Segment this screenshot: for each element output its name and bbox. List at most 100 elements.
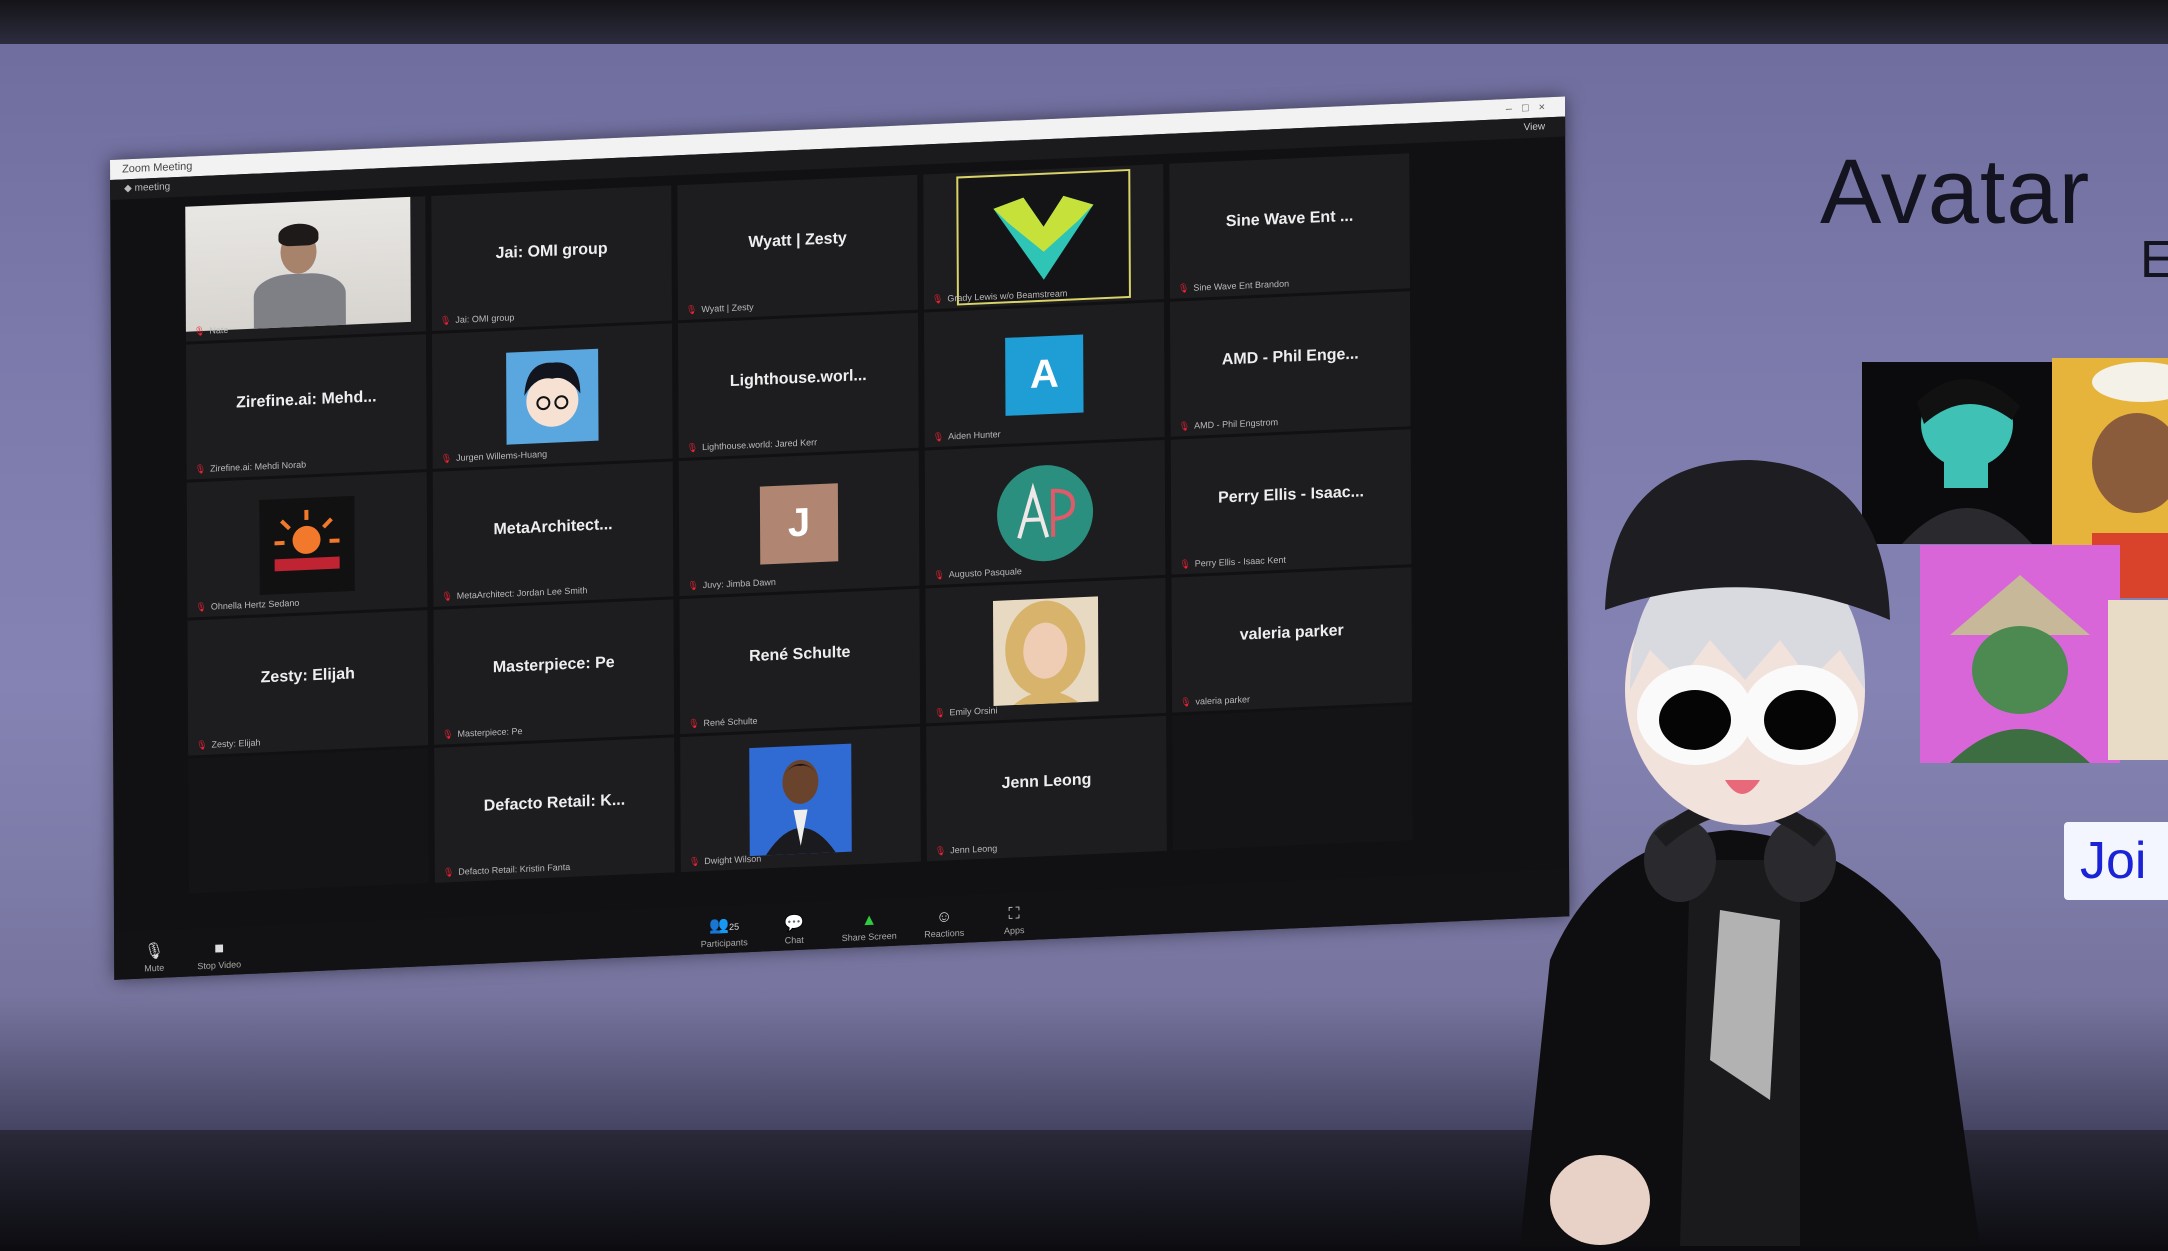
participant-tile[interactable]: 🎙Grady Lewis w/o Beamstream: [923, 164, 1164, 309]
participants-label: Participants: [701, 937, 748, 949]
participant-label-text: Dwight Wilson: [704, 854, 761, 866]
muted-mic-icon: 🎙: [195, 464, 206, 474]
participant-tile[interactable]: A🎙Aiden Hunter: [924, 302, 1165, 447]
participant-tile[interactable]: 🎙Emily Orsini: [925, 578, 1166, 723]
participant-tile[interactable]: J 🎙Juvy: Jimba Dawn: [679, 451, 920, 596]
participant-tile[interactable]: 🎙Ohnella Hertz Sedano: [187, 472, 428, 617]
participant-tile[interactable]: Zesty: Elijah🎙Zesty: Elijah: [187, 610, 428, 755]
participant-name: Zesty: Elijah: [188, 662, 428, 690]
participant-name: René Schulte: [680, 641, 920, 669]
participant-label-text: Zirefine.ai: Mehdi Norab: [210, 459, 306, 473]
anime-avatar-icon: [506, 348, 598, 444]
participant-label-text: Jurgen Willems-Huang: [456, 449, 547, 463]
participant-tile[interactable]: Wyatt | Zesty🎙Wyatt | Zesty: [677, 175, 918, 320]
muted-mic-icon: 🎙: [688, 718, 699, 728]
participant-label-text: René Schulte: [703, 716, 757, 728]
participant-label-text: AMD - Phil Engstrom: [1194, 417, 1278, 431]
participant-label-text: Masterpiece: Pe: [457, 726, 522, 739]
participant-label-text: Augusto Pasquale: [949, 566, 1022, 579]
participant-label-text: MetaArchitect: Jordan Lee Smith: [457, 585, 588, 601]
participant-label: 🎙 Zirefine.ai: Mehdi Norab: [195, 459, 307, 475]
share-screen-label: Share Screen: [842, 931, 897, 943]
participant-tile[interactable]: Defacto Retail: K... 🎙Defacto Retail: Kri…: [434, 737, 675, 882]
participant-name: Zirefine.ai: Mehd...: [186, 386, 426, 414]
participant-initial-avatar: J: [760, 483, 838, 564]
participant-label-text: Aiden Hunter: [948, 429, 1001, 441]
participant-name: Lighthouse.worl...: [678, 365, 918, 393]
participant-label-text: Defacto Retail: Kristin Fanta: [458, 862, 570, 877]
participant-tile[interactable]: [1172, 705, 1413, 850]
chat-button[interactable]: 💬 Chat: [764, 912, 824, 947]
muted-mic-icon: 🎙: [441, 591, 452, 601]
participant-label: 🎙Nate: [194, 325, 229, 338]
muted-mic-icon: 🎙: [934, 708, 945, 718]
share-screen-icon: ▲: [839, 909, 899, 934]
participant-label: 🎙Defacto Retail: Kristin Fanta: [443, 862, 571, 879]
participant-tile[interactable]: Masterpiece: Pe🎙Masterpiece: Pe: [433, 599, 674, 744]
participant-label: 🎙AMD - Phil Engstrom: [1179, 417, 1279, 432]
apps-button[interactable]: ⛶ Apps: [984, 902, 1044, 937]
participant-tile[interactable]: valeria parker🎙valeria parker: [1171, 567, 1412, 712]
participant-label-text: Jenn Leong: [950, 843, 997, 855]
apps-icon: ⛶: [984, 902, 1044, 927]
muted-mic-icon: 🎙: [195, 602, 206, 612]
participant-tile[interactable]: Lighthouse.worl... 🎙Lighthouse.world: Jar…: [678, 313, 919, 458]
stop-video-button[interactable]: ■ Stop Video: [189, 937, 249, 972]
participant-name: Wyatt | Zesty: [678, 227, 918, 255]
participants-button[interactable]: 👥25 Participants: [694, 914, 754, 950]
muted-mic-icon: 🎙: [689, 856, 700, 866]
participant-tile[interactable]: AMD - Phil Enge...🎙AMD - Phil Engstrom: [1170, 291, 1411, 436]
reactions-label: Reactions: [924, 928, 964, 940]
muted-mic-icon: 🎙: [441, 453, 452, 463]
share-screen-button[interactable]: ▲ Share Screen: [839, 909, 899, 944]
participant-label-text: Sine Wave Ent Brandon: [1193, 279, 1289, 293]
participant-tile[interactable]: 🎙 Dwight Wilson: [680, 727, 921, 872]
slide-subtitle-fragment: E: [2140, 230, 2168, 290]
participant-label: 🎙Sine Wave Ent Brandon: [1178, 279, 1289, 295]
participant-label: 🎙 Jurgen Willems-Huang: [441, 449, 548, 465]
join-button[interactable]: Joi: [2064, 822, 2168, 900]
participant-name: Sine Wave Ent ...: [1170, 205, 1410, 233]
muted-mic-icon: 🎙: [932, 294, 943, 304]
participant-tile[interactable]: Zirefine.ai: Mehd... 🎙 Zirefine.ai: Mehdi …: [186, 334, 427, 479]
reactions-button[interactable]: ☺ Reactions: [914, 905, 974, 940]
muted-mic-icon: 🎙: [1180, 697, 1191, 707]
participant-name: Jenn Leong: [926, 768, 1166, 796]
participant-label: 🎙 MetaArchitect: Jordan Lee Smith: [441, 585, 587, 602]
muted-mic-icon: 🎙: [196, 740, 207, 750]
participant-label-text: Jai: OMI group: [455, 312, 514, 325]
muted-mic-icon: 🎙: [933, 432, 944, 442]
participant-tile[interactable]: René Schulte 🎙 René Schulte: [679, 589, 920, 734]
participant-label: 🎙 René Schulte: [688, 716, 758, 730]
participant-tile[interactable]: [188, 748, 429, 893]
participant-name: Masterpiece: Pe: [434, 651, 674, 679]
participant-label: 🎙valeria parker: [1180, 694, 1250, 708]
mute-label: Mute: [144, 963, 164, 974]
participant-label-text: Nate: [209, 325, 228, 336]
participants-icon: 👥25: [694, 914, 754, 940]
mute-button[interactable]: 🎙 Mute: [124, 940, 184, 975]
participant-label: 🎙Emily Orsini: [934, 705, 998, 719]
participant-tile[interactable]: 🎙Augusto Pasquale: [925, 440, 1166, 585]
window-controls[interactable]: –□×: [1506, 97, 1555, 119]
participant-tile[interactable]: MetaArchitect...🎙MetaArchitect: Jordan L…: [433, 461, 674, 606]
apps-label: Apps: [1004, 925, 1025, 936]
participant-tile[interactable]: 🎙Nate: [185, 196, 426, 341]
participant-label: 🎙Lighthouse.world: Jared Kerr: [687, 437, 818, 454]
chat-label: Chat: [785, 935, 804, 946]
participant-tile[interactable]: Perry Ellis - Isaac...🎙Perry Ellis - Isa…: [1171, 429, 1412, 574]
participant-label: 🎙 Dwight Wilson: [689, 854, 762, 868]
view-button[interactable]: View: [1524, 117, 1546, 138]
participant-name: Defacto Retail: K...: [434, 789, 674, 817]
participant-label: 🎙Masterpiece: Pe: [442, 726, 523, 741]
participant-label: 🎙Juvy: Jimba Dawn: [687, 577, 776, 592]
participant-label: 🎙 Jenn Leong: [935, 843, 998, 857]
muted-mic-icon: 🎙: [935, 846, 946, 856]
participant-tile[interactable]: Sine Wave Ent ... 🎙Sine Wave Ent Brandon: [1169, 153, 1410, 298]
sun-logo-icon: [259, 495, 354, 594]
shield-icon: ◆: [124, 183, 132, 194]
participant-tile[interactable]: Jai: OMI group🎙Jai: OMI group: [431, 186, 672, 331]
participant-tile[interactable]: Jenn Leong 🎙 Jenn Leong: [926, 716, 1167, 861]
participant-label: 🎙Augusto Pasquale: [933, 566, 1022, 581]
participant-tile[interactable]: 🎙 Jurgen Willems-Huang: [432, 323, 673, 468]
